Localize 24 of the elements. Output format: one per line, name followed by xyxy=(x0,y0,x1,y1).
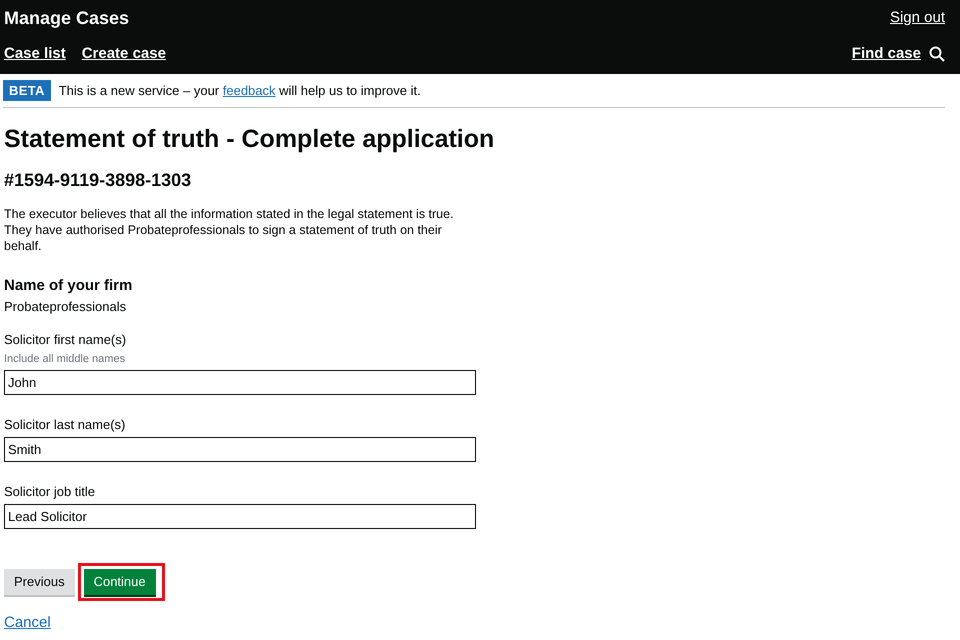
field-label: Solicitor first name(s) xyxy=(4,332,128,348)
beta-tag: BETA xyxy=(3,80,51,102)
intro-text: The executor believes that all the information stated in the legal statement is true. They have authorised Probateprofessionals to sign a statement of truth on their behalf. xyxy=(4,206,455,254)
case-number: #1594-9119-3898-1303 xyxy=(4,169,192,192)
page-heading: Statement of truth - Complete application xyxy=(4,124,496,155)
beta-message: This is a new service – your feedback will help us to improve it. xyxy=(58,82,421,100)
nav-link[interactable]: Create case xyxy=(82,42,166,66)
text-field[interactable]: John xyxy=(4,370,476,395)
text-field[interactable]: Lead Solicitor xyxy=(4,504,476,529)
search-icon[interactable] xyxy=(929,46,945,62)
service-title: Manage Cases xyxy=(4,6,130,30)
firm-label: Name of your firm xyxy=(4,276,134,296)
cancel-link[interactable]: Cancel xyxy=(4,612,956,634)
firm-name: Probateprofessionals xyxy=(4,299,128,315)
previous-button[interactable]: Previous xyxy=(4,568,75,594)
field-hint: Include all middle names xyxy=(4,352,126,366)
find-case-link[interactable]: Find case xyxy=(852,42,921,66)
nav-link[interactable]: Case list xyxy=(4,42,66,66)
field-label: Solicitor last name(s) xyxy=(4,417,126,433)
feedback-link[interactable]: feedback xyxy=(222,82,276,98)
field-label: Solicitor job title xyxy=(4,484,96,500)
continue-button[interactable]: Continue xyxy=(84,568,156,594)
text-field[interactable]: Smith xyxy=(4,437,476,462)
sign-out-link[interactable]: Sign out xyxy=(890,6,945,30)
